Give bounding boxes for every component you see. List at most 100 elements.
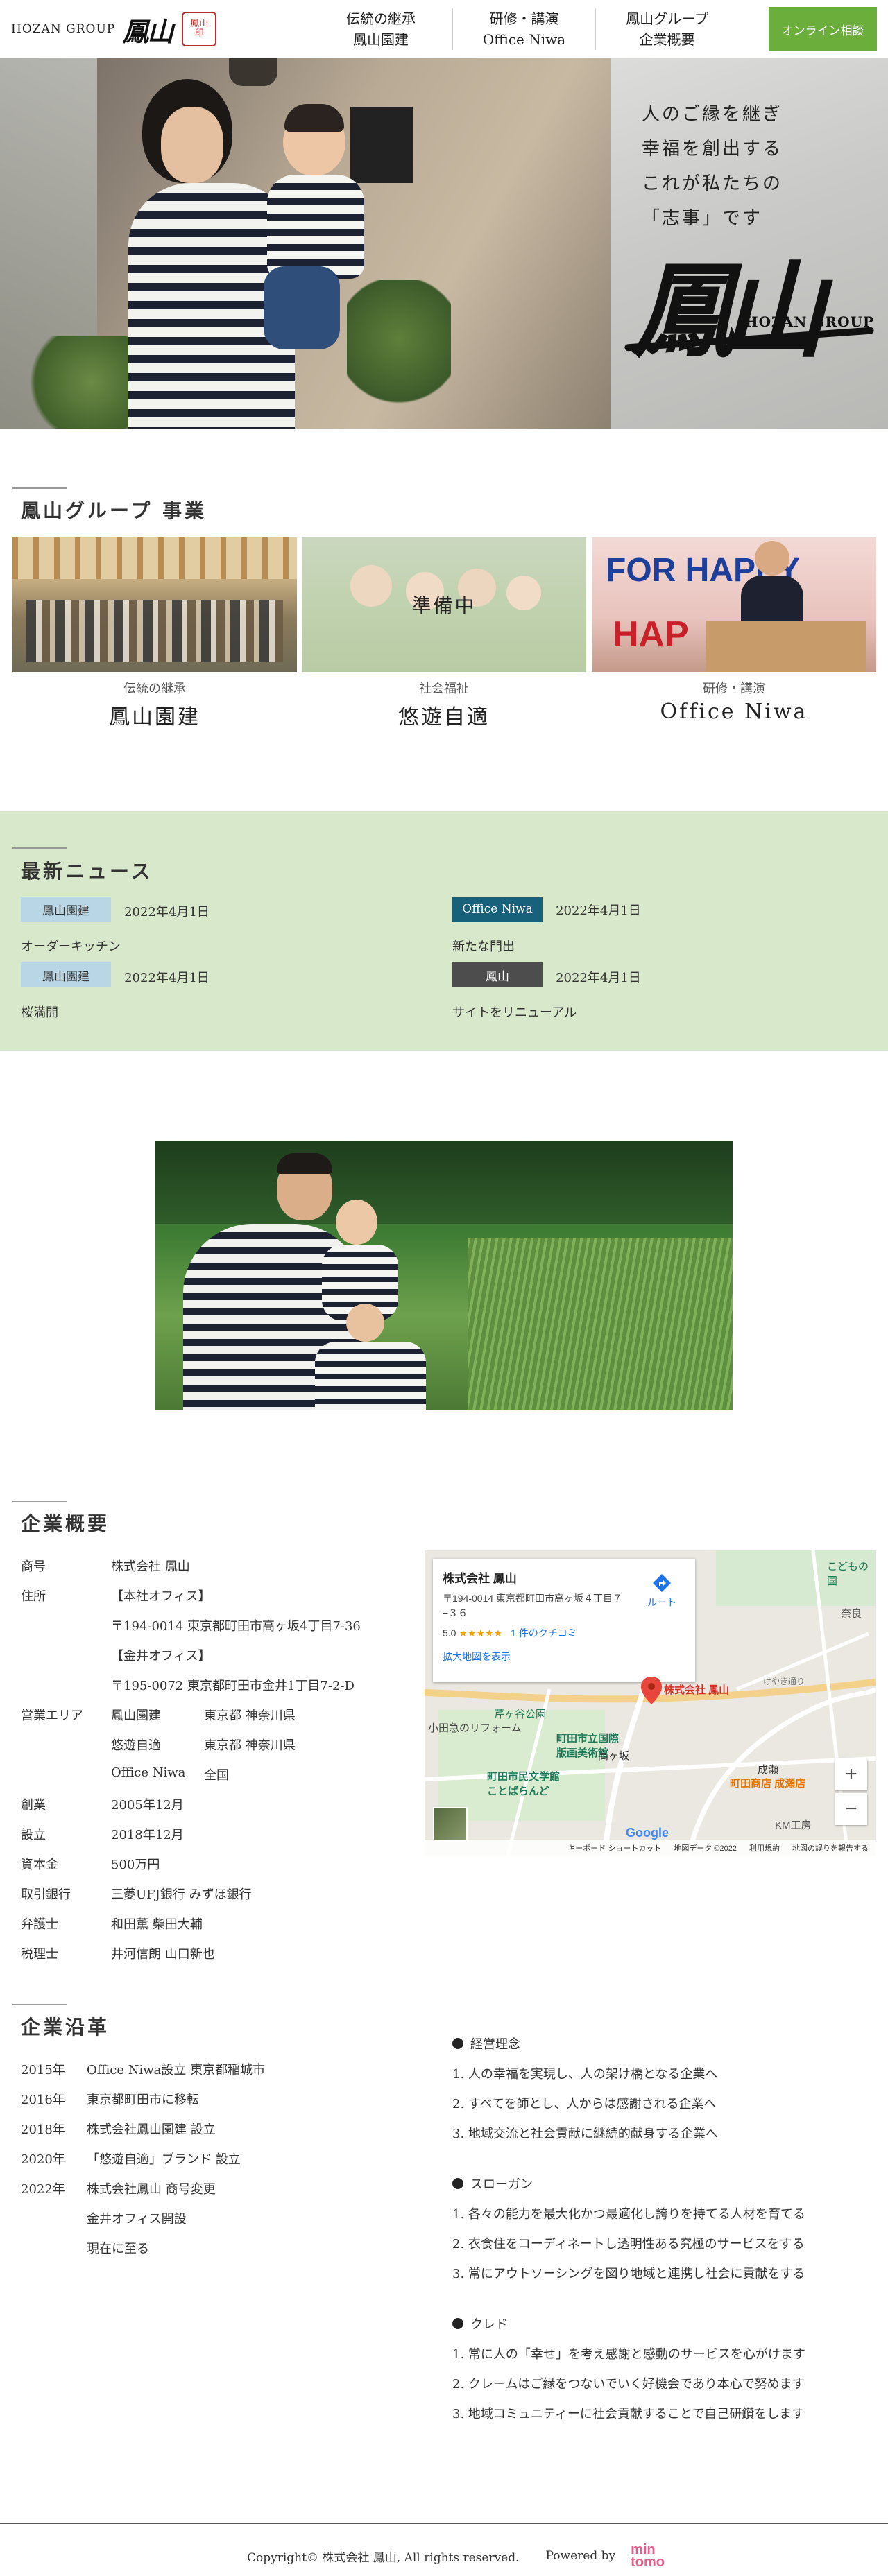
info-row: 住所 【本社オフィス】 <box>21 1580 361 1610</box>
news-category-badge: 鳳山園建 <box>21 897 111 922</box>
hero-copy-line: 人のご縁を継ぎ <box>642 104 783 125</box>
news-date: 2022年4月1日 <box>124 905 210 919</box>
news-section: 最新ニュース 鳳山園建 2022年4月1日 オーダーキッチン Office Ni… <box>0 811 888 1051</box>
map-label-kodomo: こどもの国 <box>827 1561 869 1587</box>
map-rating: 5.0 ★★★★★ 1 件のクチコミ <box>443 1626 685 1640</box>
info-value-text: 500万円 <box>111 1857 160 1872</box>
info-row: 〒194-0014 東京都町田市高ヶ坂4丁目7-36 <box>21 1610 361 1640</box>
business-card-office-niwa[interactable]: FOR HAPPY HAP 研修・講演 Office Niwa <box>592 537 876 724</box>
map-info-card: 株式会社 鳳山 〒194-0014 東京都町田市高ヶ坂４丁目７−３６ 5.0 ★… <box>433 1559 695 1682</box>
business-card-sub: 社会福祉 <box>419 682 469 696</box>
slogan: スローガン 1. 各々の能力を最大化かつ最適化し誇りを持てる人材を育てる 2. … <box>452 2168 876 2288</box>
philosophy-heading: スローガン <box>452 2168 876 2198</box>
news-category-badge: 鳳山 <box>452 962 543 987</box>
section-divider <box>12 847 67 849</box>
info-row: Office Niwa 全国 <box>21 1759 361 1789</box>
hero-copy-line: これが私たちの <box>642 173 783 194</box>
site-header: HOZAN GROUP 鳳山 鳳山 印 伝統の継承 鳳山園建 研修・講演 Off… <box>0 0 888 58</box>
news-category-badge: 鳳山園建 <box>21 962 111 987</box>
info-row: 創業 2005年12月 <box>21 1789 361 1819</box>
history-row: 2018年 株式会社鳳山園建 設立 <box>21 2113 265 2143</box>
nav-item-office-niwa[interactable]: 研修・講演 Office Niwa <box>452 8 595 50</box>
info-label: 取引銀行 <box>21 1887 71 1902</box>
info-value: 三菱UFJ銀行 みずほ銀行 <box>111 1885 252 1903</box>
business-card-hozan-enken[interactable]: 伝統の継承 鳳山園建 <box>12 537 297 730</box>
history-text: Office Niwa設立 東京都稲城市 <box>87 2062 266 2077</box>
info-value: 500万円 <box>111 1855 160 1873</box>
business-card-sub: 伝統の継承 <box>123 682 186 696</box>
father-hair <box>277 1153 332 1174</box>
preparing-overlay: 準備中 <box>302 537 586 672</box>
map-label-reform: 小田急のリフォーム <box>428 1722 522 1734</box>
report-error-link[interactable]: 地図の誤りを報告する <box>792 1842 869 1853</box>
news-item[interactable]: 鳳山 2022年4月1日 サイトをリニューアル <box>452 962 841 1021</box>
history-text: 現在に至る <box>87 2241 149 2256</box>
business-card-name: 鳳山園建 <box>109 705 200 729</box>
satellite-toggle-button[interactable] <box>433 1807 468 1842</box>
bullet-icon <box>452 2037 463 2049</box>
news-title: 桜満開 <box>21 1005 58 1020</box>
info-value-text: 株式会社 鳳山 <box>111 1559 190 1574</box>
powered-by-text: Powered by <box>545 2549 616 2563</box>
nav-item-company[interactable]: 鳳山グループ 企業概要 <box>595 8 738 50</box>
info-row: 悠遊自適 東京都 神奈川県 <box>21 1729 361 1759</box>
info-label: 弁護士 <box>21 1917 58 1932</box>
info-value-text: 鳳山園建 <box>111 1708 161 1723</box>
section-divider <box>12 2004 67 2005</box>
footer-content: Copyright© 株式会社 鳳山, All rights reserved.… <box>247 2543 665 2569</box>
history-text: 「悠遊自適」ブランド 設立 <box>87 2152 241 2167</box>
philosophy-item: 3. 地域コミュニティーに社会貢献することで自己研鑽をします <box>452 2406 805 2421</box>
info-label: 営業エリア <box>21 1708 83 1723</box>
info-label: 設立 <box>21 1827 46 1842</box>
news-item[interactable]: Office Niwa 2022年4月1日 新たな門出 <box>452 897 841 955</box>
site-logo[interactable]: HOZAN GROUP 鳳山 鳳山 印 <box>11 10 217 49</box>
info-label: 資本金 <box>21 1857 58 1872</box>
map-data-credit: 地図データ ©2022 <box>674 1844 737 1853</box>
speaker-face <box>755 541 789 576</box>
info-value: 株式会社 鳳山 <box>111 1557 190 1575</box>
philosophy-heading-text: スローガン <box>470 2177 533 2192</box>
history-year: 2016年 <box>21 2092 65 2107</box>
nav-item-label: 鳳山園建 <box>353 31 409 48</box>
info-value-text: 井河信朗 山口新也 <box>111 1946 215 1962</box>
google-map[interactable]: 株式会社 鳳山 〒194-0014 東京都町田市高ヶ坂４丁目７−３６ 5.0 ★… <box>425 1550 876 1856</box>
business-card-yuyu-jiteki[interactable]: 準備中 社会福祉 悠遊自適 <box>302 537 586 730</box>
hero-photo <box>0 58 610 429</box>
news-item[interactable]: 鳳山園建 2022年4月1日 オーダーキッチン <box>21 897 409 955</box>
info-value: Office Niwa 全国 <box>111 1765 229 1783</box>
info-value-text: 【本社オフィス】 <box>111 1589 211 1604</box>
map-reviews-link[interactable]: 1 件のクチコミ <box>511 1627 577 1639</box>
route-label: ルート <box>647 1597 676 1608</box>
chalkboard <box>350 107 413 183</box>
section-divider <box>12 487 67 489</box>
google-logo: Google <box>626 1826 669 1840</box>
history-row: 金井オフィス開設 <box>21 2203 265 2233</box>
logo-seal-icon: 鳳山 印 <box>182 12 217 46</box>
child-shirt <box>267 175 364 279</box>
news-date: 2022年4月1日 <box>556 971 641 985</box>
child2-shirt <box>315 1342 426 1410</box>
terms-link[interactable]: 利用規約 <box>749 1842 780 1853</box>
zoom-in-button[interactable]: + <box>835 1758 867 1790</box>
map-label-km: KM工房 <box>775 1819 812 1831</box>
enlarge-map-link[interactable]: 拡大地図を表示 <box>443 1650 685 1663</box>
map-label-naruse: 成瀬 <box>758 1764 779 1776</box>
nav-item-hozan-enken[interactable]: 伝統の継承 鳳山園建 <box>309 8 452 50</box>
child-jeans <box>264 266 340 349</box>
hero: 人のご縁を継ぎ 幸福を創出する これが私たちの 「志事」です 鳳山 HOZAN … <box>0 58 888 429</box>
map-pin[interactable] <box>641 1677 662 1707</box>
route-button[interactable]: ルート <box>641 1573 683 1609</box>
info-value: 〒194-0014 東京都町田市高ヶ坂4丁目7-36 <box>111 1616 361 1634</box>
credo: クレド 1. 常に人の「幸せ」を考え感謝と感動のサービスを心がけます 2. クレ… <box>452 2308 876 2428</box>
history-section-title: 企業沿革 <box>21 2016 110 2039</box>
banner-text-2: HAP <box>613 614 689 655</box>
news-item[interactable]: 鳳山園建 2022年4月1日 桜満開 <box>21 962 409 1021</box>
zoom-out-button[interactable]: − <box>835 1793 867 1825</box>
info-value: 〒195-0072 東京都町田市金井1丁目7-2-D <box>111 1676 355 1694</box>
history-year: 2018年 <box>21 2122 65 2137</box>
info-value: 鳳山園建 東京都 神奈川県 <box>111 1706 296 1724</box>
online-consultation-button[interactable]: オンライン相談 <box>769 7 877 51</box>
keyboard-shortcuts-link[interactable]: キーボード ショートカット <box>567 1842 661 1853</box>
history-text: 金井オフィス開設 <box>87 2211 187 2227</box>
mintomo-logo[interactable]: min tomo <box>631 2543 665 2569</box>
